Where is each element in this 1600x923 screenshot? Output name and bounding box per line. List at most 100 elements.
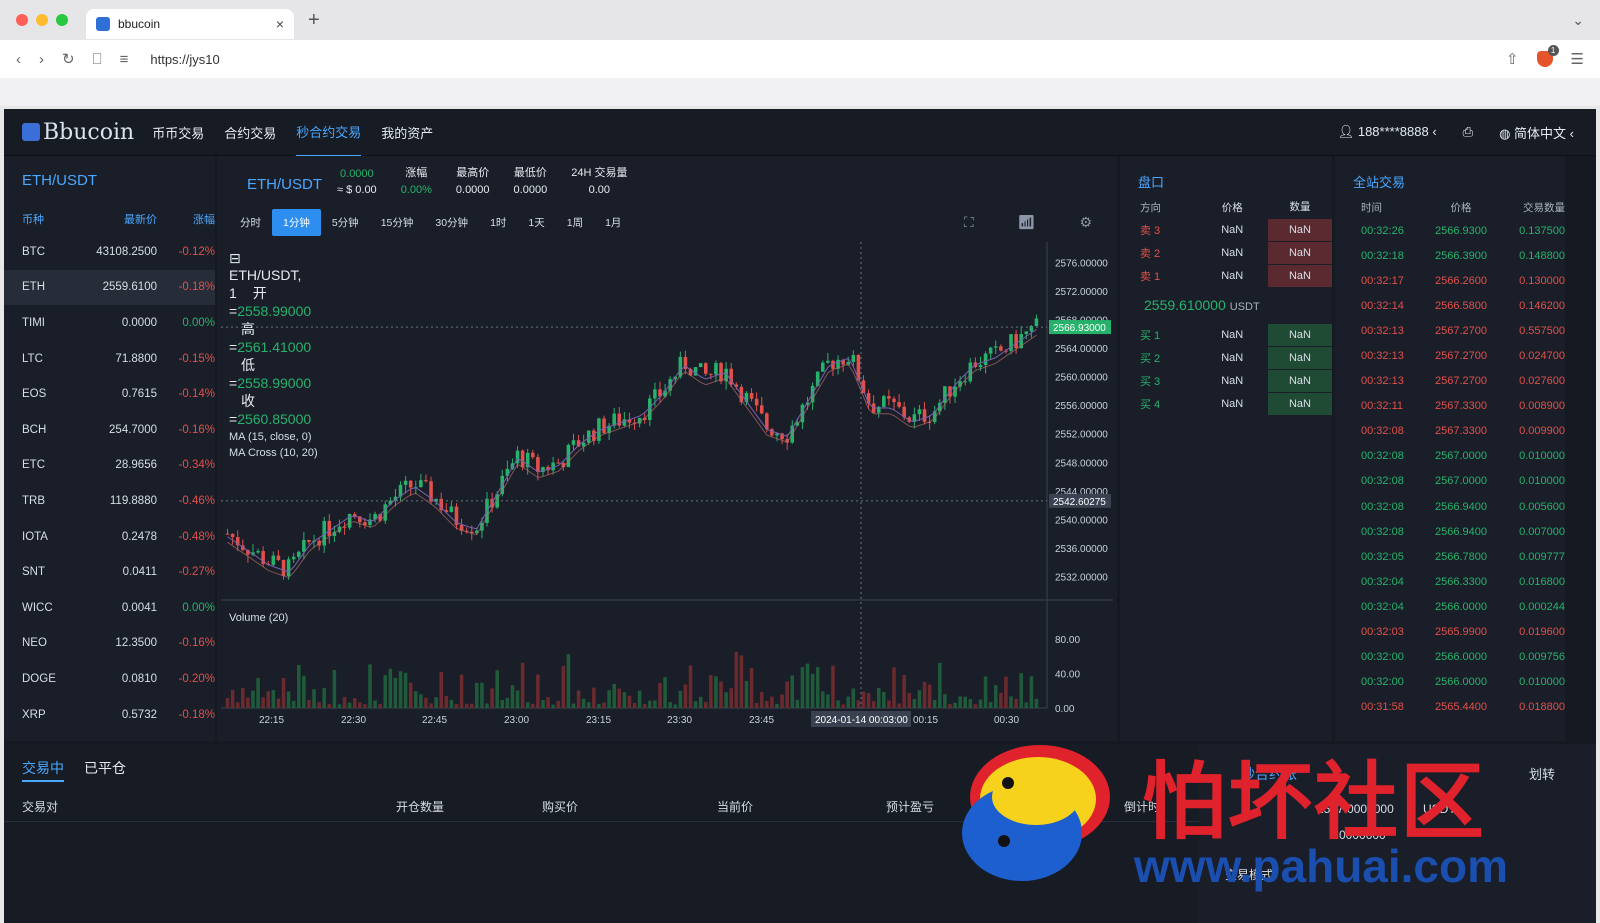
ticker-symbol: ETH/USDT [247, 176, 322, 193]
menu-icon[interactable]: ☰ [1571, 50, 1584, 68]
trade-price: 2567.0000 [1435, 475, 1487, 488]
market-row-doge[interactable]: DOGE 0.0810 -0.20% [4, 661, 215, 697]
book-side: 买 3 [1140, 375, 1161, 388]
candle-body [922, 409, 927, 422]
book-qty: NaN [1268, 218, 1332, 241]
logo[interactable]: Bbucoin [22, 120, 134, 145]
bookmark-icon[interactable]: ⎕ [93, 51, 102, 68]
col-coin: 币种 [22, 214, 44, 226]
market-row-neo[interactable]: NEO 12.3500 -0.16% [4, 626, 215, 662]
market-change: 0.00% [182, 316, 215, 329]
time-tick: 00:30 [994, 715, 1019, 726]
ticker-high-label: 最高价 [456, 167, 490, 179]
nav-spot-trading[interactable]: 币币交易 [152, 109, 204, 156]
browser-tab[interactable]: bbucoin × [86, 9, 294, 39]
tab-open-positions[interactable]: 交易中 [22, 758, 64, 782]
settings-gear-icon[interactable]: ⚙ [1068, 208, 1103, 237]
market-row-snt[interactable]: SNT 0.0411 -0.27% [4, 554, 215, 590]
interval-30m[interactable]: 30分钟 [424, 209, 479, 236]
market-row-xrp[interactable]: XRP 0.5732 -0.18% [4, 697, 215, 733]
volume-bar [266, 691, 271, 708]
printer-icon[interactable]: ⎙ [1463, 124, 1473, 140]
volume-bar [999, 692, 1003, 708]
volume-tick: 0.00 [1055, 704, 1075, 715]
market-row-eth[interactable]: ETH 2559.6100 -0.18% [4, 269, 215, 306]
candle-body [653, 389, 657, 399]
nav-contract-trading[interactable]: 合约交易 [224, 109, 276, 156]
legend-collapse-icon[interactable]: ⊟ [229, 250, 241, 266]
trade-qty: 0.010000 [1519, 676, 1565, 689]
forward-icon[interactable]: › [39, 51, 44, 68]
volume-bar [485, 703, 489, 708]
order-book-last-price: 2559.610000 USDT [1120, 287, 1332, 323]
bid-row[interactable]: 买 2 NaN NaN [1120, 346, 1332, 369]
share-icon[interactable]: ⇧ [1506, 50, 1519, 68]
ask-row[interactable]: 卖 2 NaN NaN [1120, 241, 1332, 264]
tab-closed-positions[interactable]: 已平仓 [84, 758, 126, 782]
market-coin: NEO [22, 637, 47, 650]
interval-1h[interactable]: 1时 [479, 209, 517, 236]
bid-row[interactable]: 买 4 NaN NaN [1120, 392, 1332, 415]
nav-my-assets[interactable]: 我的资产 [381, 109, 433, 156]
market-row-eos[interactable]: EOS 0.7615 -0.14% [4, 376, 215, 412]
new-tab-icon[interactable]: + [308, 9, 320, 32]
interval-15m[interactable]: 15分钟 [370, 209, 425, 236]
close-tab-icon[interactable]: × [276, 16, 284, 32]
trade-qty: 0.009756 [1519, 651, 1565, 664]
bid-row[interactable]: 买 1 NaN NaN [1120, 323, 1332, 346]
interval-1d[interactable]: 1天 [517, 209, 555, 236]
volume-bar [566, 654, 571, 708]
minimize-window-icon[interactable] [36, 14, 48, 26]
market-price: 0.5732 [121, 708, 157, 721]
market-row-timi[interactable]: TIMI 0.0000 0.00% [4, 305, 215, 341]
address-bar: ‹ › ↻ ⎕ ≡ https://jys10 ⇧ 1 ☰ [0, 40, 1600, 78]
market-row-bch[interactable]: BCH 254.7000 -0.16% [4, 412, 215, 448]
market-row-etc[interactable]: ETC 28.9656 -0.34% [4, 448, 215, 484]
site-settings-icon[interactable]: ≡ [120, 51, 129, 68]
price-tick: 2540.00000 [1055, 515, 1108, 526]
volume-bar [744, 680, 749, 708]
indicator-icon[interactable]: 📶︎ [1007, 208, 1047, 237]
volume-bar [454, 704, 459, 708]
book-price: NaN [1221, 397, 1244, 410]
ask-row[interactable]: 卖 1 NaN NaN [1120, 264, 1332, 287]
interval-timeline[interactable]: 分时 [229, 209, 272, 236]
market-row-iota[interactable]: IOTA 0.2478 -0.48% [4, 519, 215, 555]
trade-row: 00:32:05 2566.7800 0.009777 [1335, 544, 1565, 569]
url-field[interactable]: https://jys10 [150, 52, 219, 67]
market-row-trb[interactable]: TRB 119.8880 -0.46% [4, 483, 215, 519]
market-price: 0.0000 [121, 316, 157, 329]
market-row-ltc[interactable]: LTC 71.8800 -0.15% [4, 341, 215, 377]
interval-1mo[interactable]: 1月 [594, 209, 632, 236]
interval-1w[interactable]: 1周 [556, 209, 594, 236]
market-row-btc[interactable]: BTC 43108.2500 -0.12% [4, 234, 215, 270]
volume-bar [459, 674, 464, 708]
volume-bar [352, 698, 357, 708]
interval-1m[interactable]: 1分钟 [272, 208, 321, 236]
maximize-window-icon[interactable] [56, 14, 68, 26]
reload-icon[interactable]: ↻ [62, 50, 75, 68]
back-icon[interactable]: ‹ [16, 51, 21, 68]
user-menu[interactable]: 👤︎ 188****8888 ‹ [1338, 124, 1437, 140]
brave-shield-icon[interactable]: 1 [1536, 45, 1559, 67]
fullscreen-icon[interactable]: ⛶ [953, 208, 985, 237]
market-row-wicc[interactable]: WICC 0.0041 0.00% [4, 590, 215, 626]
trade-time: 00:32:08 [1361, 475, 1404, 488]
close-window-icon[interactable] [16, 14, 28, 26]
time-tick: 00:15 [913, 715, 938, 726]
account-frozen: 0.0000000 [1329, 828, 1386, 842]
candlestick-chart[interactable]: 2576.000002572.000002568.000002564.00000… [221, 242, 1113, 738]
volume-bar [902, 674, 906, 708]
language-menu[interactable]: ◍ 简体中文 ‹ [1499, 123, 1574, 142]
bid-row[interactable]: 买 3 NaN NaN [1120, 369, 1332, 392]
volume-bar [882, 691, 886, 708]
candle-body [917, 409, 922, 415]
interval-5m[interactable]: 5分钟 [321, 209, 370, 236]
volume-bar [775, 703, 779, 708]
tab-list-chevron-icon[interactable]: ⌄ [1572, 12, 1584, 29]
account-balance-unit: USDT [1423, 802, 1456, 816]
transfer-button[interactable]: 划转 [1529, 764, 1555, 783]
ask-row[interactable]: 卖 3 NaN NaN [1120, 218, 1332, 241]
nav-second-contract[interactable]: 秒合约交易 [296, 109, 362, 157]
trade-price: 2567.3300 [1435, 425, 1487, 438]
